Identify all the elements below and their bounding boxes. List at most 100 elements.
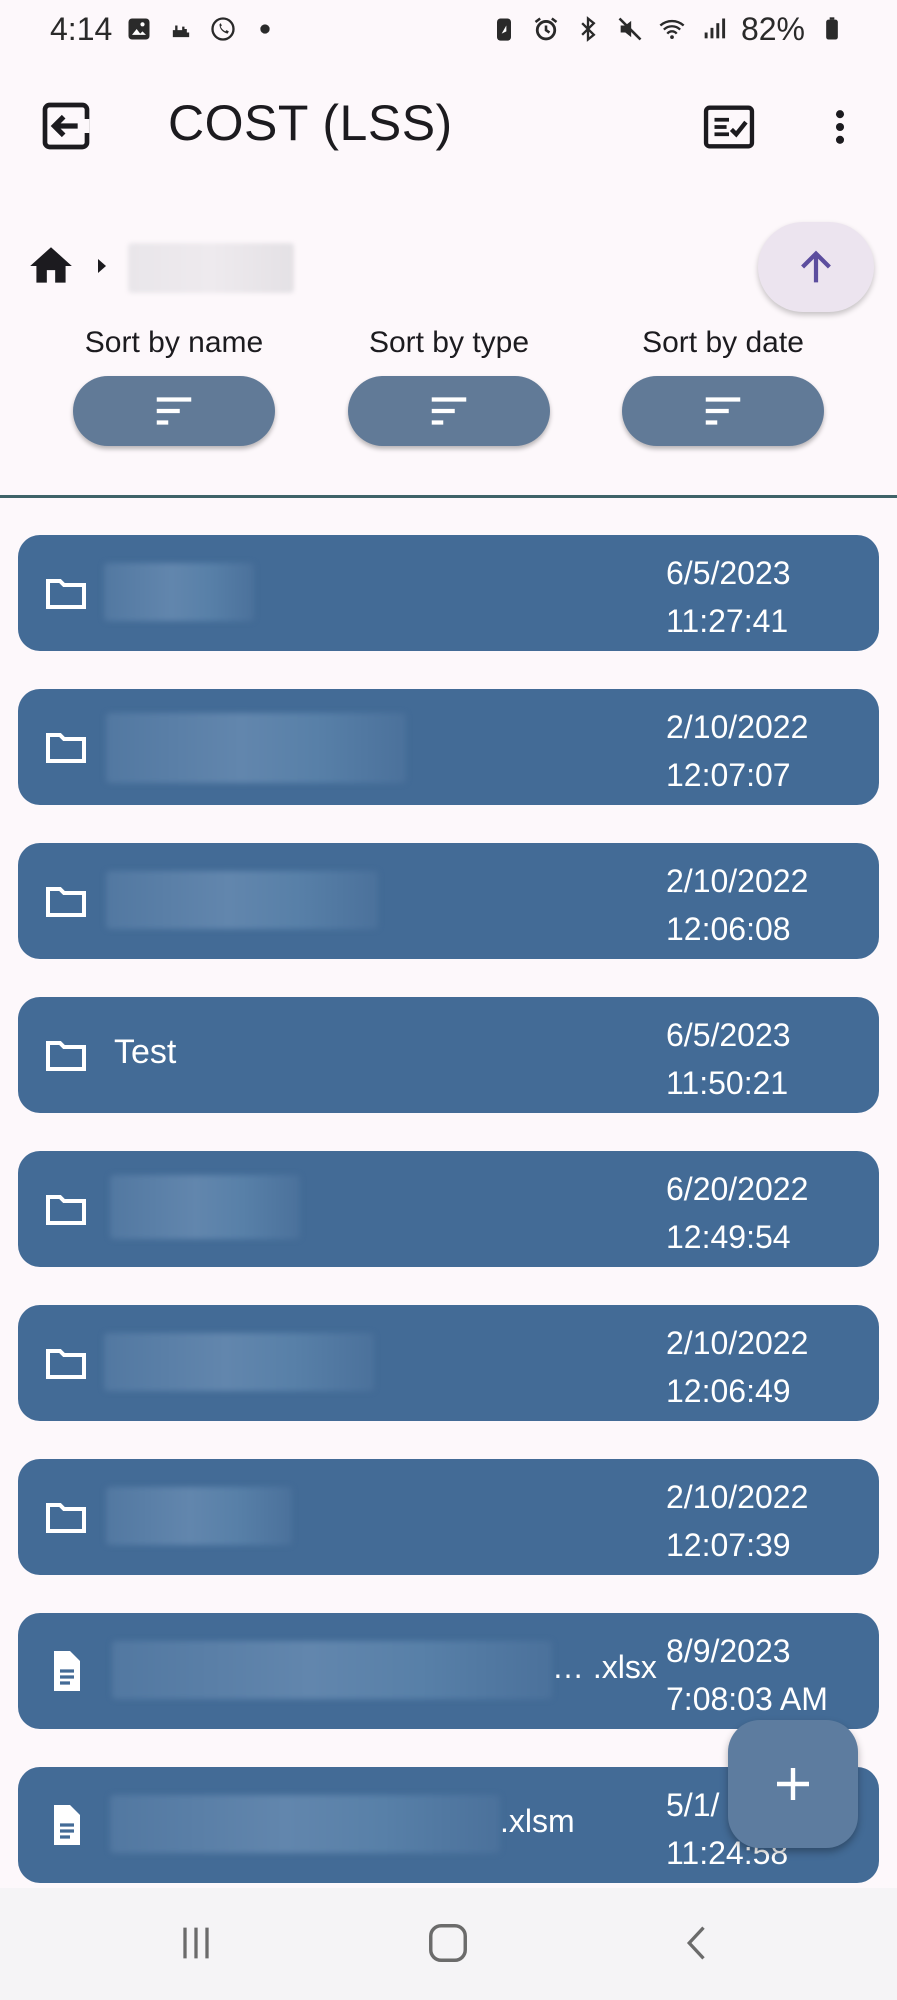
item-datetime: 2/10/2022 12:06:08 xyxy=(666,857,808,953)
item-date: 2/10/2022 xyxy=(666,709,809,745)
folder-item[interactable]: 6/5/2023 11:27:41 xyxy=(18,535,879,651)
folder-icon xyxy=(46,1041,86,1071)
file-item[interactable]: … .xlsx 8/9/2023 7:08:03 AM xyxy=(18,1613,879,1729)
item-name xyxy=(106,1487,292,1545)
cloud-icon xyxy=(166,14,196,44)
system-nav-bar xyxy=(0,1888,897,2000)
item-time: 11:27:41 xyxy=(666,603,789,639)
item-datetime: 2/10/2022 12:06:49 xyxy=(666,1319,808,1415)
exit-back-icon[interactable] xyxy=(38,98,94,154)
item-datetime: 2/10/2022 12:07:39 xyxy=(666,1473,808,1569)
arrow-right-icon xyxy=(90,254,114,283)
bluetooth-icon xyxy=(573,14,603,44)
folder-item[interactable]: 2/10/2022 12:07:39 xyxy=(18,1459,879,1575)
sort-by-type: Sort by type xyxy=(348,326,550,446)
status-left: 4:14 xyxy=(50,11,280,48)
item-datetime: 8/9/2023 7:08:03 AM xyxy=(666,1627,828,1723)
item-extension: … .xlsx xyxy=(552,1649,657,1685)
sort-icon xyxy=(156,397,192,425)
item-date: 6/5/2023 xyxy=(666,1017,791,1053)
dot-icon xyxy=(250,14,280,44)
arrow-up-icon xyxy=(801,250,831,283)
item-time: 12:07:39 xyxy=(666,1527,791,1563)
recents-icon[interactable] xyxy=(166,1918,226,1968)
item-time: 12:06:49 xyxy=(666,1373,791,1409)
sort-icon xyxy=(431,397,467,425)
item-date: 5/1/ xyxy=(666,1787,720,1823)
plus-icon xyxy=(777,1768,809,1800)
item-datetime: 2/10/2022 12:07:07 xyxy=(666,703,808,799)
breadcrumb-current[interactable] xyxy=(128,243,294,293)
folder-icon xyxy=(46,1195,86,1225)
app-bar: COST (LSS) xyxy=(0,58,897,188)
add-button[interactable] xyxy=(728,1720,858,1848)
alarm-icon xyxy=(531,14,561,44)
go-up-button[interactable] xyxy=(758,222,874,312)
item-name xyxy=(104,563,254,621)
folder-item[interactable]: 2/10/2022 12:07:07 xyxy=(18,689,879,805)
status-bar: 4:14 82% xyxy=(0,0,897,58)
folder-item[interactable]: 2/10/2022 12:06:49 xyxy=(18,1305,879,1421)
sort-by-name-button[interactable] xyxy=(73,376,275,446)
sort-row: Sort by name Sort by type Sort by date xyxy=(0,326,897,450)
item-name xyxy=(106,871,378,929)
item-datetime: 6/20/2022 12:49:54 xyxy=(666,1165,808,1261)
document-icon xyxy=(54,1651,80,1691)
folder-icon xyxy=(46,887,86,917)
item-date: 2/10/2022 xyxy=(666,1479,809,1515)
breadcrumb xyxy=(26,238,294,298)
document-icon xyxy=(54,1805,80,1845)
more-vert-icon[interactable] xyxy=(818,98,862,156)
item-date: 6/5/2023 xyxy=(666,555,791,591)
sort-by-type-button[interactable] xyxy=(348,376,550,446)
folder-icon xyxy=(46,1349,86,1379)
status-right: 82% xyxy=(489,11,847,48)
item-name: Test xyxy=(114,1033,177,1071)
sort-label: Sort by type xyxy=(368,326,530,359)
status-time: 4:14 xyxy=(50,10,113,47)
item-extension: .xlsm xyxy=(500,1803,575,1839)
whatsapp-icon xyxy=(208,14,238,44)
divider xyxy=(0,495,897,498)
item-time: 12:06:08 xyxy=(666,911,791,947)
sort-label: Sort by date xyxy=(642,326,804,359)
home-icon[interactable] xyxy=(26,241,76,296)
item-time: 12:49:54 xyxy=(666,1219,791,1255)
page-title: COST (LSS) xyxy=(168,95,453,151)
item-date: 2/10/2022 xyxy=(666,863,809,899)
sort-icon xyxy=(705,397,741,425)
back-nav-icon[interactable] xyxy=(668,1918,728,1968)
sort-by-date: Sort by date xyxy=(622,326,824,446)
item-name xyxy=(104,1333,374,1391)
battery-saver-icon xyxy=(489,14,519,44)
battery-icon xyxy=(817,14,847,44)
folder-item[interactable]: 6/20/2022 12:49:54 xyxy=(18,1151,879,1267)
item-date: 6/20/2022 xyxy=(666,1171,809,1207)
item-time: 7:08:03 AM xyxy=(666,1681,828,1717)
item-name xyxy=(106,713,406,783)
checklist-icon[interactable] xyxy=(700,98,758,156)
wifi-icon xyxy=(657,14,687,44)
signal-icon xyxy=(699,14,729,44)
mute-icon xyxy=(615,14,645,44)
gallery-icon xyxy=(124,14,154,44)
item-time: 11:50:21 xyxy=(666,1065,789,1101)
folder-icon xyxy=(46,1503,86,1533)
sort-by-name: Sort by name xyxy=(73,326,275,446)
item-name xyxy=(110,1175,300,1239)
home-nav-icon[interactable] xyxy=(418,1918,478,1968)
battery-percent: 82% xyxy=(740,10,805,47)
item-name xyxy=(112,1641,552,1699)
folder-icon xyxy=(46,733,86,763)
item-datetime: 6/5/2023 11:27:41 xyxy=(666,549,791,645)
item-date: 2/10/2022 xyxy=(666,1325,809,1361)
folder-item[interactable]: Test 6/5/2023 11:50:21 xyxy=(18,997,879,1113)
item-datetime: 6/5/2023 11:50:21 xyxy=(666,1011,791,1107)
item-date: 8/9/2023 xyxy=(666,1633,791,1669)
sort-by-date-button[interactable] xyxy=(622,376,824,446)
item-name xyxy=(110,1795,500,1853)
sort-label: Sort by name xyxy=(84,326,264,359)
folder-icon xyxy=(46,579,86,609)
item-time: 12:07:07 xyxy=(666,757,791,793)
folder-item[interactable]: 2/10/2022 12:06:08 xyxy=(18,843,879,959)
